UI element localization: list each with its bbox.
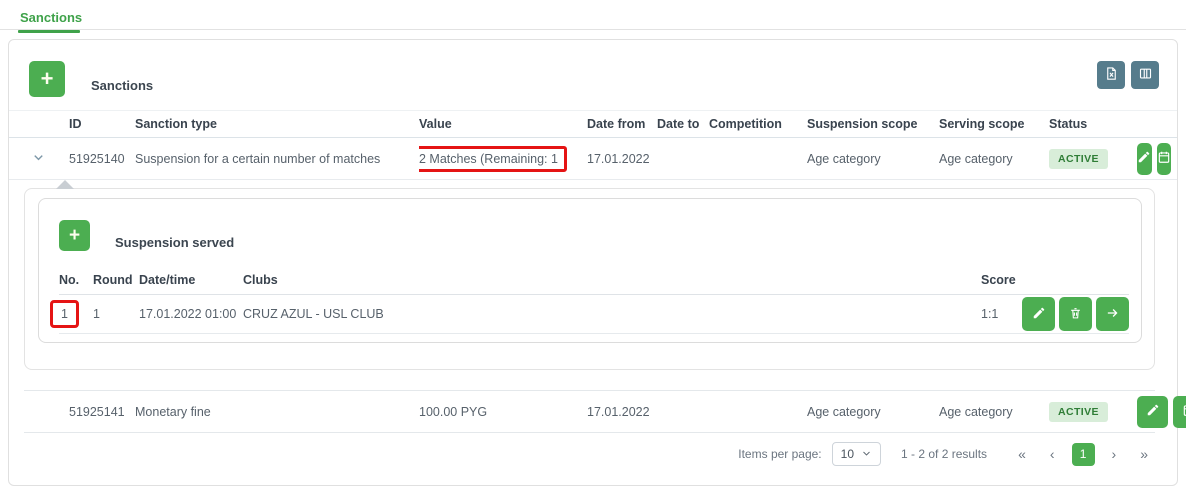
results-count: 1 - 2 of 2 results (901, 447, 987, 461)
sub-table-row: 1 1 17.01.2022 01:00 CRUZ AZUL - USL CLU… (59, 295, 1129, 334)
col-header-score: Score (929, 273, 1005, 287)
next-page-button[interactable]: › (1105, 444, 1124, 464)
suspension-served-panel: + Suspension served No. Round Date/time … (38, 198, 1142, 343)
col-header-round: Round (93, 273, 139, 287)
tab-active-underline (18, 30, 80, 33)
no-annotation-box: 1 (50, 300, 79, 328)
pencil-icon (1032, 306, 1046, 323)
goto-match-button[interactable] (1096, 297, 1129, 331)
cell-score: 1:1 (929, 307, 1005, 321)
cell-date-from: 17.01.2022 (587, 152, 657, 166)
plus-icon: + (41, 66, 54, 92)
page-1-button[interactable]: 1 (1072, 443, 1095, 466)
edit-sanction-button[interactable] (1137, 396, 1168, 428)
sub-panel-header: + Suspension served (59, 199, 1129, 265)
cell-suspension-scope: Age category (807, 152, 939, 166)
panel-caret (56, 180, 74, 189)
file-excel-icon (1104, 66, 1119, 84)
chevron-down-icon (31, 150, 46, 168)
matches-served-button[interactable] (1173, 396, 1186, 428)
col-header-competition: Competition (709, 117, 807, 131)
calendar-icon (1157, 150, 1171, 167)
cell-date-from: 17.01.2022 (587, 405, 657, 419)
items-per-page-label: Items per page: (738, 447, 821, 461)
tab-sanctions-label: Sanctions (18, 10, 84, 30)
trash-icon (1069, 306, 1082, 323)
cell-clubs: CRUZ AZUL - USL CLUB (243, 307, 929, 321)
expanded-detail-panel: + Suspension served No. Round Date/time … (24, 188, 1155, 370)
cell-datetime: 17.01.2022 01:00 (139, 307, 243, 321)
table-row-wrapper: 51925141 Monetary fine 100.00 PYG 17.01.… (24, 390, 1155, 433)
export-excel-button[interactable] (1097, 61, 1125, 89)
row-actions (1137, 143, 1177, 175)
cell-suspension-scope: Age category (807, 405, 939, 419)
matches-served-button[interactable] (1157, 143, 1172, 175)
status-badge: ACTIVE (1049, 149, 1108, 169)
cell-sanction-type: Monetary fine (135, 405, 419, 419)
col-header-date-to: Date to (657, 117, 709, 131)
row-actions (1137, 396, 1186, 428)
col-header-sanction-type: Sanction type (135, 117, 419, 131)
pencil-icon (1137, 150, 1151, 167)
items-per-page-select[interactable]: 10 (832, 442, 881, 466)
sub-row-actions (1005, 297, 1129, 331)
col-header-clubs: Clubs (243, 273, 929, 287)
cell-id: 51925141 (69, 405, 135, 419)
edit-match-button[interactable] (1022, 297, 1055, 331)
cell-round: 1 (93, 307, 139, 321)
calendar-icon (1182, 403, 1186, 420)
toggle-columns-button[interactable] (1131, 61, 1159, 89)
cell-sanction-type: Suspension for a certain number of match… (135, 152, 419, 166)
arrow-right-icon (1105, 306, 1120, 323)
add-sanction-button[interactable]: + (29, 61, 65, 97)
table-row[interactable]: 51925141 Monetary fine 100.00 PYG 17.01.… (24, 391, 1155, 432)
cell-serving-scope: Age category (939, 152, 1049, 166)
value-annotation-box: 2 Matches (Remaining: 1 (419, 146, 567, 172)
chevron-down-icon (861, 447, 872, 461)
card-toolbar (1097, 61, 1159, 89)
delete-match-button[interactable] (1059, 297, 1092, 331)
card-title: Sanctions (91, 78, 153, 93)
pagination-bar: Items per page: 10 1 - 2 of 2 results « … (9, 433, 1155, 475)
plus-icon: + (69, 225, 80, 247)
items-per-page-value: 10 (841, 447, 854, 461)
pencil-icon (1146, 403, 1160, 420)
cell-no: 1 (61, 307, 68, 321)
col-header-datetime: Date/time (139, 273, 243, 287)
cell-value: 100.00 PYG (419, 405, 587, 419)
first-page-button[interactable]: « (1011, 444, 1033, 464)
row-expander[interactable] (9, 150, 69, 168)
col-header-suspension-scope: Suspension scope (807, 117, 939, 131)
main-table-header: ID Sanction type Value Date from Date to… (9, 110, 1177, 138)
col-header-no: No. (59, 273, 93, 287)
col-header-value: Value (419, 117, 587, 131)
prev-page-button[interactable]: ‹ (1043, 444, 1062, 464)
columns-icon (1138, 66, 1153, 84)
cell-serving-scope: Age category (939, 405, 1049, 419)
table-row[interactable]: 51925140 Suspension for a certain number… (9, 138, 1177, 180)
status-badge: ACTIVE (1049, 402, 1108, 422)
last-page-button[interactable]: » (1133, 444, 1155, 464)
col-header-id: ID (69, 117, 135, 131)
edit-sanction-button[interactable] (1137, 143, 1152, 175)
cell-value: 2 Matches (Remaining: 1 (419, 152, 558, 166)
col-header-status: Status (1049, 117, 1137, 131)
col-header-date-from: Date from (587, 117, 657, 131)
sanctions-card: + Sanctions ID Sanction (8, 39, 1178, 486)
card-header: + Sanctions (9, 40, 1177, 110)
cell-id: 51925140 (69, 152, 135, 166)
sub-panel-title: Suspension served (115, 235, 234, 250)
sub-table-header: No. Round Date/time Clubs Score (59, 265, 1129, 295)
add-suspension-served-button[interactable]: + (59, 220, 90, 251)
tab-sanctions[interactable]: Sanctions (18, 9, 84, 33)
tab-bar: Sanctions (0, 0, 1186, 30)
col-header-serving-scope: Serving scope (939, 117, 1049, 131)
